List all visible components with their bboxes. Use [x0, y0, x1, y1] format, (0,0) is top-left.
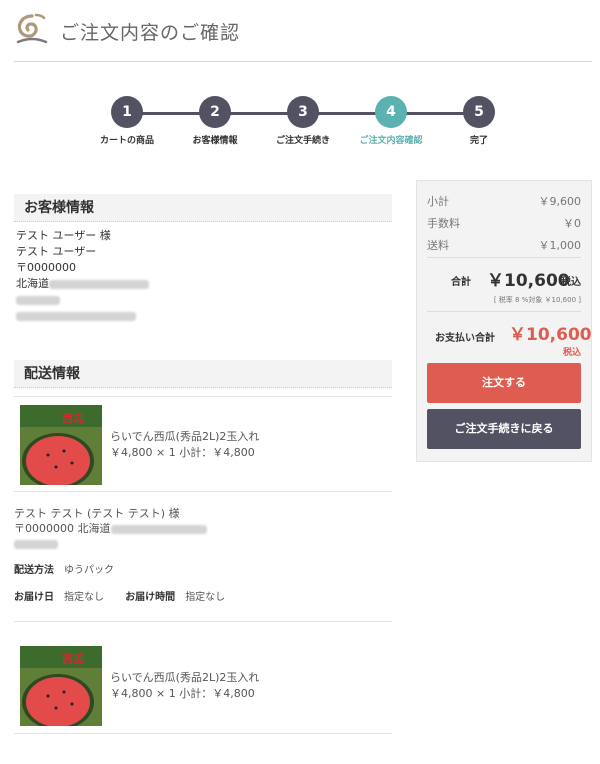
item-info: らいでん西瓜(秀品2L)2玉入れ ￥4,800 × 1 小計：￥4,800	[110, 429, 259, 461]
item-name: らいでん西瓜(秀品2L)2玉入れ	[110, 430, 260, 443]
tax-note: [ 税率 8 %対象 ￥10,600 ]	[493, 296, 581, 304]
step-label: お客様情報	[192, 136, 238, 146]
recipient-address: 〒0000000 北海道	[14, 521, 392, 536]
order-item: 西瓜 らいでん西瓜(秀品2L)2玉入れ ￥4,800 × 1 小計：￥4,800	[14, 638, 392, 734]
page-header: ご注文内容のご確認	[14, 10, 592, 62]
step-circle: 3	[287, 96, 319, 128]
item-price: ￥4,800 × 1 小計：￥4,800	[110, 687, 255, 700]
svg-text:西瓜: 西瓜	[62, 653, 84, 666]
customer-email	[16, 308, 390, 324]
redacted-phone	[14, 539, 58, 549]
step-label: カートの商品	[99, 136, 154, 146]
delivery-schedule: お届け日 指定なし お届け時間 指定なし	[14, 592, 226, 603]
watermelon-image: 西瓜	[20, 405, 102, 485]
payment-total-label: お支払い合計	[435, 333, 495, 344]
place-order-button[interactable]: 注文する	[427, 363, 581, 403]
step-label: 完了	[469, 136, 488, 146]
redacted-address	[49, 279, 149, 289]
customer-kana: テスト ユーザー	[16, 245, 97, 258]
item-info: らいでん西瓜(秀品2L)2玉入れ ￥4,800 × 1 小計：￥4,800	[110, 670, 259, 702]
redacted-address	[110, 524, 207, 534]
total-label: 合計	[451, 277, 471, 288]
customer-info: テスト ユーザー 様 テスト ユーザー 〒0000000 北海道	[14, 222, 392, 324]
item-price: ￥4,800 × 1 小計：￥4,800	[110, 446, 255, 459]
shipping-fee-row: 送料 ￥1,000	[427, 239, 581, 252]
divider	[427, 257, 581, 258]
step-circle: 4	[375, 96, 407, 128]
customer-address: 北海道	[16, 276, 390, 292]
redacted-email	[16, 311, 136, 321]
divider	[427, 311, 581, 312]
customer-postal: 〒0000000	[16, 261, 76, 274]
order-item: 西瓜 らいでん西瓜(秀品2L)2玉入れ ￥4,800 × 1 小計：￥4,800	[14, 396, 392, 492]
customer-phone	[16, 292, 390, 308]
swirl-logo-icon	[16, 13, 48, 44]
item-name: らいでん西瓜(秀品2L)2玉入れ	[110, 671, 260, 684]
payment-total-suffix: 税込	[562, 348, 581, 358]
payment-total-value: ￥10,600	[509, 325, 592, 345]
back-to-procedure-button[interactable]: ご注文手続きに戻る	[427, 409, 581, 449]
step-circle: 2	[199, 96, 231, 128]
delivery-method: 配送方法 ゆうパック	[14, 565, 114, 576]
customer-heading: お客様情報	[14, 194, 392, 222]
step-procedure: 3 ご注文手続き	[258, 96, 348, 146]
page-title: ご注文内容のご確認	[60, 22, 241, 44]
total-suffix: 税込	[561, 277, 581, 288]
step-circle: 1	[111, 96, 143, 128]
total-value: ￥10,600	[487, 271, 570, 291]
shipping-heading: 配送情報	[14, 360, 392, 388]
main-column: お客様情報 テスト ユーザー 様 テスト ユーザー 〒0000000 北海道 配…	[14, 194, 392, 734]
redacted-phone	[16, 295, 60, 305]
shipping-address: テスト テスト (テスト テスト) 様 〒0000000 北海道 配送方法 ゆうパ…	[14, 492, 392, 622]
divider	[14, 621, 392, 622]
step-customer: 2 お客様情報	[170, 96, 260, 146]
step-confirm: 4 ご注文内容確認	[346, 96, 436, 146]
step-cart: 1 カートの商品	[82, 96, 172, 146]
watermelon-image: 西瓜	[20, 646, 102, 726]
recipient-phone	[14, 536, 392, 551]
step-circle: 5	[463, 96, 495, 128]
step-complete: 5 完了	[434, 96, 524, 146]
step-label: ご注文内容確認	[359, 136, 423, 146]
step-label: ご注文手続き	[275, 136, 330, 146]
order-summary: 小計 ￥9,600 手数料 ￥0 送料 ￥1,000 合計 ￥10,600 税込 [ …	[416, 180, 592, 462]
svg-text:西瓜: 西瓜	[62, 412, 84, 425]
recipient-name: テスト テスト (テスト テスト) 様	[14, 507, 180, 520]
checkout-progress: 1 カートの商品 2 お客様情報 3 ご注文手続き 4 ご注文内容確認 5 完了	[96, 96, 496, 156]
fee-row: 手数料 ￥0	[427, 217, 581, 230]
customer-name: テスト ユーザー 様	[16, 229, 111, 242]
subtotal-row: 小計 ￥9,600	[427, 195, 581, 208]
